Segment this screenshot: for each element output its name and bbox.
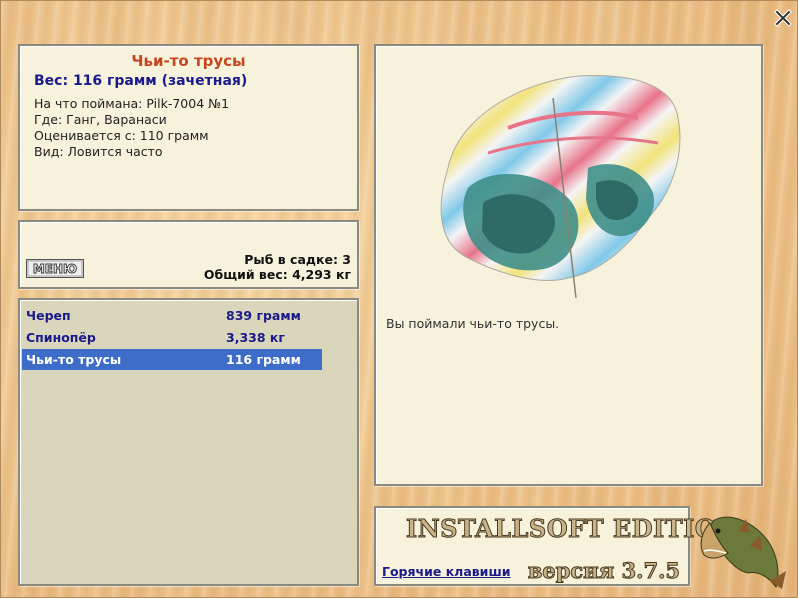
catch-caption: Вы поймали чьи-то трусы. [386, 316, 560, 331]
info-line-min-weight: Оценивается с: 110 грамм [34, 128, 209, 143]
info-line-bait: На что поймана: Pilk-7004 №1 [34, 96, 230, 111]
info-line-frequency: Вид: Ловится часто [34, 144, 163, 159]
close-icon [774, 9, 792, 27]
fish-count: Рыб в садке: 3 [244, 252, 351, 267]
hotkeys-link[interactable]: Горячие клавиши [382, 564, 510, 579]
menu-button[interactable]: МЕНЮ [26, 259, 84, 278]
catch-picture-panel: Вы поймали чьи-то трусы. [374, 44, 763, 486]
fish-weight: Вес: 116 грамм (зачетная) [34, 73, 248, 89]
edition-title: INSTALLSOFT EDITION [406, 514, 739, 544]
brand-panel: INSTALLSOFT EDITION Горячие клавиши верс… [374, 506, 739, 586]
catch-list: Череп 839 грамм Спинопёр 3,338 кг Чьи-то… [18, 298, 359, 586]
fish-info-panel: Чьи-то трусы Вес: 116 грамм (зачетная) Н… [18, 44, 359, 211]
catch-row-name: Спинопёр [26, 330, 96, 345]
catch-row-weight: 116 грамм [226, 352, 301, 367]
catch-row-weight: 839 грамм [226, 308, 301, 323]
pike-logo-icon [700, 516, 786, 589]
menu-button-label: МЕНЮ [33, 262, 77, 276]
catch-row-selected[interactable]: Чьи-то трусы 116 грамм [22, 349, 322, 370]
info-line-location: Где: Ганг, Варанаси [34, 112, 167, 127]
menu-button-graphic: МЕНЮ [26, 259, 84, 278]
catch-row-name: Чьи-то трусы [26, 352, 122, 367]
fish-name: Чьи-то трусы [131, 52, 246, 70]
close-button[interactable] [774, 9, 792, 27]
catch-row-weight: 3,338 кг [226, 330, 285, 345]
catch-row[interactable]: Спинопёр 3,338 кг [22, 327, 322, 348]
catch-row-name: Череп [26, 308, 71, 323]
total-weight: Общий вес: 4,293 кг [203, 267, 351, 282]
caught-item-image [440, 75, 681, 299]
version-label: версия 3.7.5 [527, 558, 680, 584]
catch-stats-panel: МЕНЮ Рыб в садке: 3 Общий вес: 4,293 кг [18, 220, 359, 289]
catch-row[interactable]: Череп 839 грамм [22, 305, 322, 326]
